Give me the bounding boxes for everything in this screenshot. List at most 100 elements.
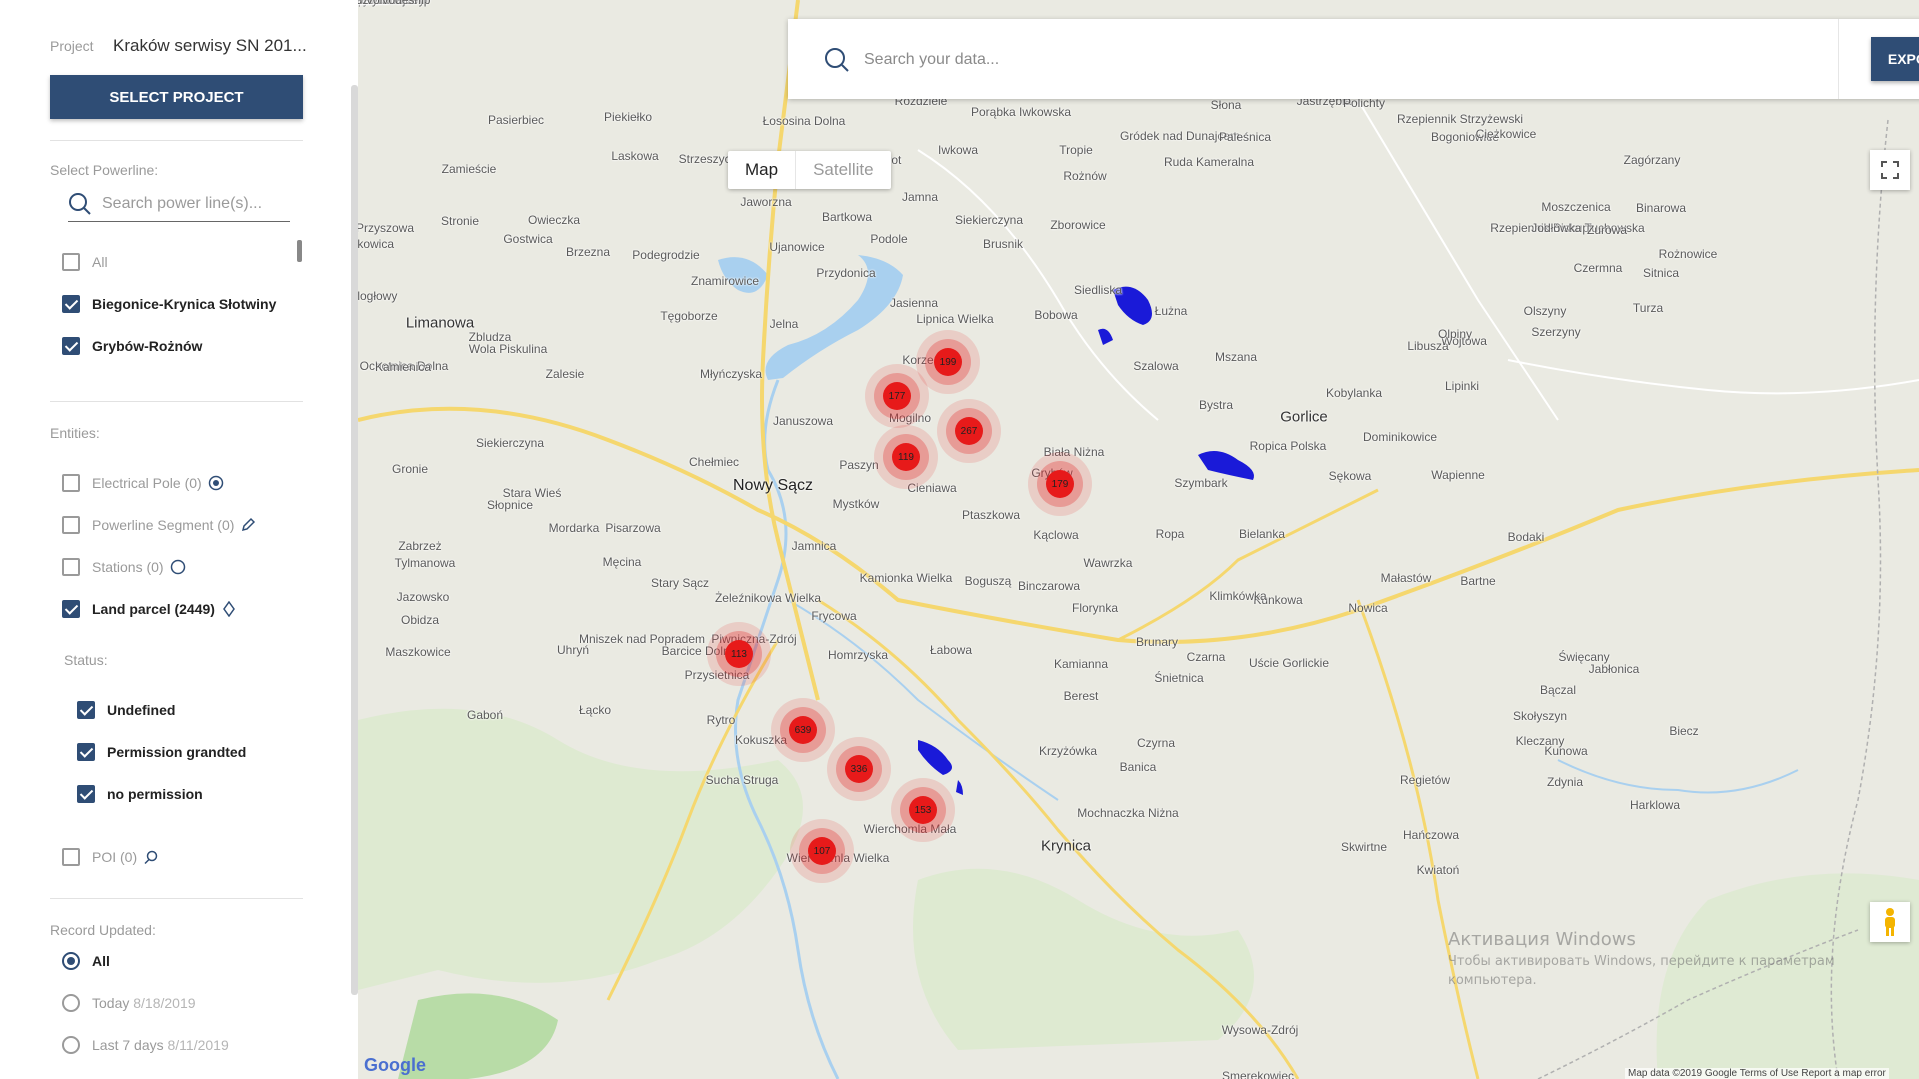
radio-selected[interactable] bbox=[62, 952, 80, 970]
map-canvas[interactable]: LimanowaNowy SączGorliceKrynicaGrybówMsz… bbox=[358, 0, 1919, 1079]
marker-cluster[interactable]: 639 bbox=[771, 698, 835, 762]
checkbox[interactable] bbox=[62, 848, 80, 866]
map-place-label: Przyszowa bbox=[358, 221, 415, 235]
map-place-label: Żurowa bbox=[1586, 223, 1628, 237]
map-place-label: Turza bbox=[1632, 301, 1664, 315]
map-place-label: Bielanka bbox=[1238, 527, 1286, 541]
marker-cluster[interactable]: 153 bbox=[891, 778, 955, 842]
map-place-label: Gorlice bbox=[1280, 408, 1328, 426]
windows-activation-text: Чтобы активировать Windows, перейдите к … bbox=[1448, 954, 1835, 969]
entity-poi[interactable]: POI (0) bbox=[62, 848, 159, 866]
map-place-label: Tylmanowa bbox=[394, 556, 456, 570]
checkbox-checked[interactable] bbox=[62, 295, 80, 313]
checkbox[interactable] bbox=[62, 253, 80, 271]
map-place-label: Ptaszkowa bbox=[961, 508, 1021, 522]
map-place-label: Kamienica bbox=[374, 360, 432, 374]
map-type-map[interactable]: Map bbox=[728, 151, 795, 189]
radio[interactable] bbox=[62, 1036, 80, 1054]
checkbox-checked[interactable] bbox=[77, 785, 95, 803]
map-place-label: Brusnik bbox=[982, 237, 1024, 251]
map-place-label: Frycowa bbox=[811, 609, 857, 623]
map-place-label: Bystra bbox=[1198, 398, 1234, 412]
map-place-label: Mordarka bbox=[548, 521, 600, 535]
project-label: Project bbox=[50, 38, 94, 54]
entity-electrical-pole[interactable]: Electrical Pole (0) bbox=[62, 474, 224, 492]
map-place-label: Obidza bbox=[400, 613, 440, 627]
powerline-item-label: Biegonice-Krynica Słotwiny bbox=[92, 296, 277, 312]
map-attribution[interactable]: Map data ©2019 Google Terms of Use Repor… bbox=[1625, 1068, 1889, 1079]
checkbox[interactable] bbox=[62, 474, 80, 492]
map-background bbox=[358, 0, 1919, 1079]
cluster-count: 107 bbox=[808, 837, 836, 865]
map-place-label: Ropica Polska bbox=[1249, 439, 1327, 453]
radio[interactable] bbox=[62, 994, 80, 1012]
powerline-item-all[interactable]: All bbox=[62, 253, 108, 271]
map-place-label: Bączal bbox=[1539, 683, 1577, 697]
map-place-label: Sitnica bbox=[1642, 266, 1680, 280]
entity-stations[interactable]: Stations (0) bbox=[62, 558, 186, 576]
entity-powerline-segment[interactable]: Powerline Segment (0) bbox=[62, 516, 256, 534]
record-filter-last-7-days[interactable]: Last 7 days 8/11/2019 bbox=[62, 1036, 229, 1054]
map-place-label: Męcina bbox=[602, 555, 642, 569]
marker-cluster[interactable]: 119 bbox=[874, 425, 938, 489]
fullscreen-button[interactable] bbox=[1870, 150, 1910, 190]
entity-land-parcel[interactable]: Land parcel (2449) bbox=[62, 600, 237, 618]
powerline-item-biegonice[interactable]: Biegonice-Krynica Słotwiny bbox=[62, 295, 276, 313]
search-icon bbox=[825, 48, 849, 72]
export-data-button[interactable]: EXPORT DATA bbox=[1871, 37, 1919, 81]
powerline-search-input[interactable]: Search power line(s)... bbox=[68, 186, 290, 222]
record-filter-all[interactable]: All bbox=[62, 952, 110, 970]
map-place-label: Lesser Poland Voivodeship bbox=[358, 0, 431, 7]
map-place-label: Paleśnica bbox=[1218, 130, 1272, 144]
map-place-label: Czermna bbox=[1573, 261, 1623, 275]
status-no-permission[interactable]: no permission bbox=[77, 785, 203, 803]
sidebar-scrollbar[interactable] bbox=[351, 85, 358, 995]
marker-cluster[interactable]: 179 bbox=[1028, 452, 1092, 516]
target-icon bbox=[208, 475, 224, 491]
map-place-label: Mniszek nad Popradem bbox=[578, 632, 706, 646]
checkbox-checked[interactable] bbox=[77, 701, 95, 719]
checkbox[interactable] bbox=[62, 558, 80, 576]
project-row: Project Kraków serwisy SN 201... bbox=[50, 36, 307, 56]
cluster-count: 153 bbox=[909, 796, 937, 824]
map-place-label: Żeleźnikowa Wielka bbox=[714, 591, 822, 605]
search-icon bbox=[69, 192, 91, 215]
map-place-label: Wysowa-Zdrój bbox=[1221, 1023, 1299, 1037]
map-place-label: Berest bbox=[1063, 689, 1099, 703]
powerline-section-label: Select Powerline: bbox=[50, 162, 159, 178]
select-project-button[interactable]: SELECT PROJECT bbox=[50, 75, 303, 119]
fullscreen-icon bbox=[1881, 161, 1899, 179]
checkbox-checked[interactable] bbox=[77, 743, 95, 761]
map-place-label: Szymbark bbox=[1174, 476, 1228, 490]
marker-cluster[interactable]: 336 bbox=[827, 737, 891, 801]
powerline-list-scrollbar[interactable] bbox=[297, 240, 302, 262]
entity-label: Stations (0) bbox=[92, 559, 164, 575]
map-place-label: Gostwica bbox=[503, 232, 553, 246]
marker-cluster[interactable]: 177 bbox=[865, 364, 929, 428]
marker-cluster[interactable]: 107 bbox=[790, 819, 854, 883]
pegman-icon bbox=[1885, 908, 1895, 936]
record-filter-today[interactable]: Today 8/18/2019 bbox=[62, 994, 196, 1012]
cluster-count: 177 bbox=[883, 382, 911, 410]
status-permission-granted[interactable]: Permission grandted bbox=[77, 743, 246, 761]
street-view-button[interactable] bbox=[1870, 902, 1910, 942]
map-place-label: Mochnaczka Niżna bbox=[1077, 806, 1179, 820]
data-search-input[interactable]: Search your data... bbox=[824, 47, 999, 73]
marker-cluster[interactable]: 267 bbox=[937, 399, 1001, 463]
map-type-satellite[interactable]: Satellite bbox=[795, 151, 890, 189]
map-place-label: Paszyn bbox=[839, 458, 879, 472]
checkbox[interactable] bbox=[62, 516, 80, 534]
map-place-label: Krynica bbox=[1040, 837, 1092, 855]
map-place-label: Uście Gorlickie bbox=[1248, 656, 1330, 670]
map-place-label: Bodaki bbox=[1507, 530, 1545, 544]
checkbox-checked[interactable] bbox=[62, 600, 80, 618]
map-place-label: Łabowa bbox=[929, 643, 973, 657]
powerline-item-grybow[interactable]: Grybów-Rożnów bbox=[62, 337, 202, 355]
marker-cluster[interactable]: 113 bbox=[707, 622, 771, 686]
map-place-label: Hańczowa bbox=[1402, 828, 1460, 842]
map-place-label: Słopnice bbox=[486, 498, 534, 512]
map-place-label: Krzyżówka bbox=[1038, 744, 1098, 758]
map-place-label: Znamirowice bbox=[690, 274, 760, 288]
checkbox-checked[interactable] bbox=[62, 337, 80, 355]
status-undefined[interactable]: Undefined bbox=[77, 701, 175, 719]
